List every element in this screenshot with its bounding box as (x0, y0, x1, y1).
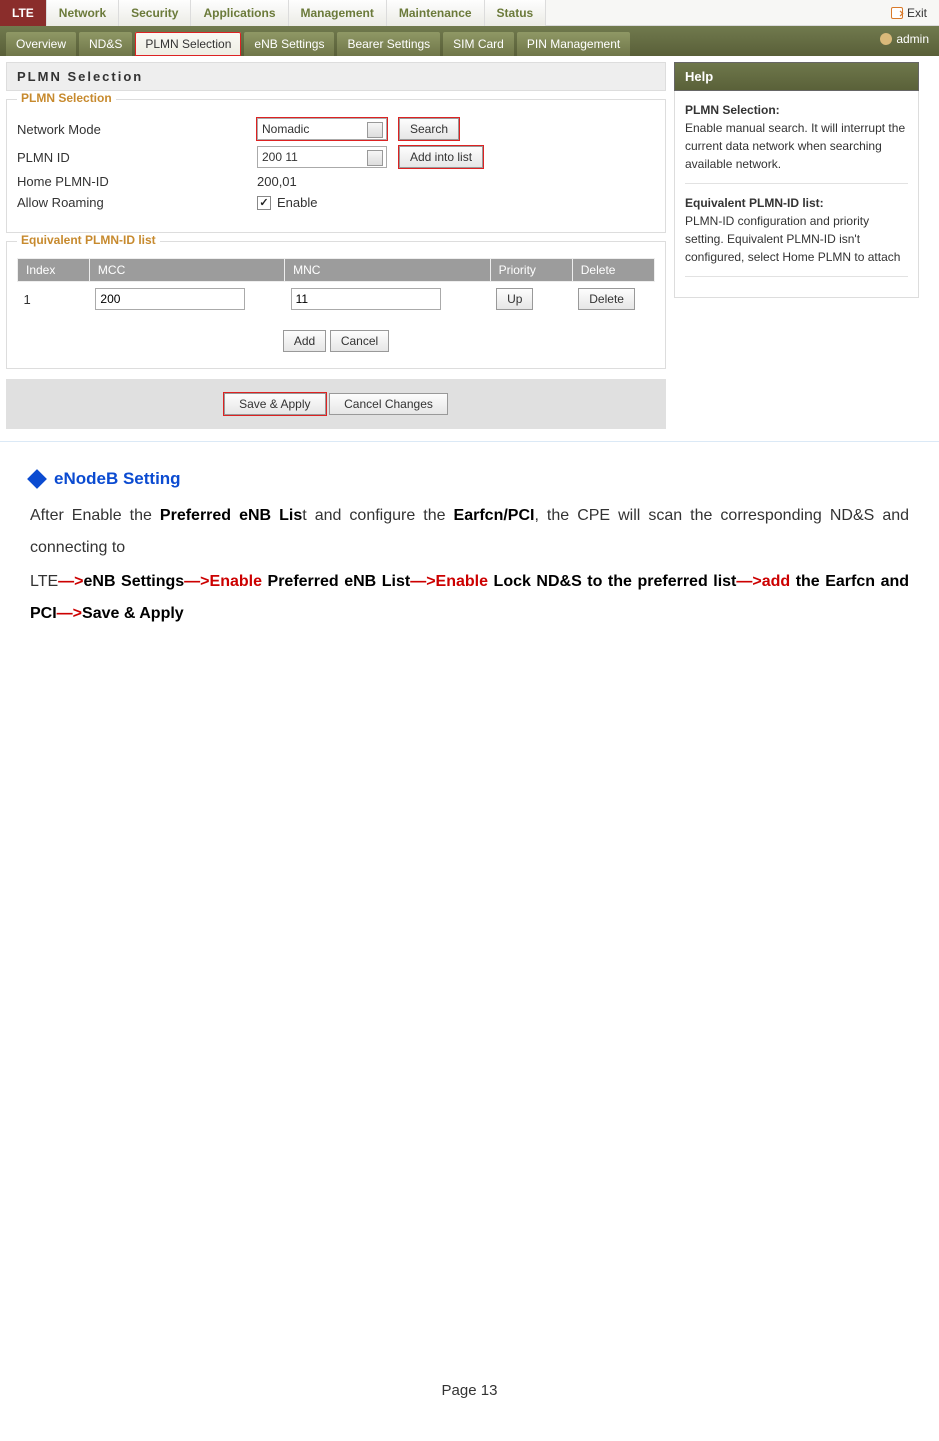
label-allow-roaming: Allow Roaming (17, 195, 257, 210)
page-footer: Page 13 (0, 1382, 939, 1399)
tab-maintenance[interactable]: Maintenance (387, 0, 485, 26)
add-button[interactable]: Add (283, 330, 326, 352)
action-bar: Save & Apply Cancel Changes (6, 379, 666, 429)
up-button[interactable]: Up (496, 288, 533, 310)
table-row: 1 Up Delete (18, 282, 655, 317)
cancel-button[interactable]: Cancel (330, 330, 389, 352)
delete-button[interactable]: Delete (578, 288, 635, 310)
fieldset-plmn-selection: PLMN Selection Network Mode Nomadic Sear… (6, 99, 666, 233)
help-body: PLMN Selection: Enable manual search. It… (674, 91, 919, 298)
document-section: eNodeB Setting After Enable the Preferre… (0, 441, 939, 662)
label-network-mode: Network Mode (17, 122, 257, 137)
cancel-changes-button[interactable]: Cancel Changes (329, 393, 448, 415)
sub-nav: Overview ND&S PLMN Selection eNB Setting… (0, 26, 939, 56)
cell-index: 1 (18, 282, 90, 317)
help-h1: PLMN Selection: (685, 101, 908, 119)
value-home-plmn: 200,01 (257, 174, 297, 189)
tab-lte[interactable]: LTE (0, 0, 47, 26)
label-home-plmn: Home PLMN-ID (17, 174, 257, 189)
tab-security[interactable]: Security (119, 0, 191, 26)
chevron-down-icon (373, 127, 379, 131)
input-mcc[interactable] (95, 288, 245, 310)
doc-p2: LTE—>eNB Settings—>Enable Preferred eNB … (30, 566, 909, 630)
chevron-down-icon (373, 155, 379, 159)
user-name: admin (896, 32, 929, 46)
select-network-mode[interactable]: Nomadic (257, 118, 387, 140)
fieldset-plmn-list: Equivalent PLMN-ID list Index MCC MNC Pr… (6, 241, 666, 369)
th-index: Index (18, 259, 90, 282)
doc-heading: eNodeB Setting (30, 462, 909, 496)
subtab-nds[interactable]: ND&S (79, 32, 132, 56)
checkbox-enable-roaming[interactable] (257, 196, 271, 210)
subtab-overview[interactable]: Overview (6, 32, 76, 56)
save-apply-button[interactable]: Save & Apply (224, 393, 325, 415)
main-area: PLMN Selection PLMN Selection Network Mo… (0, 56, 939, 435)
th-delete: Delete (572, 259, 654, 282)
plmn-table: Index MCC MNC Priority Delete 1 Up Delet… (17, 258, 655, 316)
input-mnc[interactable] (291, 288, 441, 310)
label-plmn-id: PLMN ID (17, 150, 257, 165)
tab-network[interactable]: Network (47, 0, 119, 26)
help-p1: Enable manual search. It will interrupt … (685, 119, 908, 173)
exit-label: Exit (907, 6, 927, 20)
tab-status[interactable]: Status (485, 0, 547, 26)
subtab-enb-settings[interactable]: eNB Settings (244, 32, 334, 56)
exit-icon (891, 7, 903, 19)
th-mnc: MNC (285, 259, 490, 282)
subtab-pin-management[interactable]: PIN Management (517, 32, 630, 56)
panel-title: PLMN Selection (6, 62, 666, 91)
diamond-icon (27, 469, 47, 489)
user-icon (880, 33, 892, 45)
legend-plmn: PLMN Selection (17, 91, 116, 105)
tab-management[interactable]: Management (289, 0, 387, 26)
tab-applications[interactable]: Applications (191, 0, 288, 26)
help-p2: PLMN-ID configuration and priority setti… (685, 212, 908, 266)
subtab-sim-card[interactable]: SIM Card (443, 32, 514, 56)
add-into-list-button[interactable]: Add into list (399, 146, 483, 168)
subtab-bearer-settings[interactable]: Bearer Settings (337, 32, 440, 56)
help-title: Help (674, 62, 919, 91)
legend-plmn-list: Equivalent PLMN-ID list (17, 233, 160, 247)
user-indicator: admin (880, 32, 929, 46)
exit-link[interactable]: Exit (891, 6, 939, 20)
search-button[interactable]: Search (399, 118, 459, 140)
doc-p1: After Enable the Preferred eNB List and … (30, 500, 909, 564)
subtab-plmn-selection[interactable]: PLMN Selection (135, 32, 241, 56)
help-h2: Equivalent PLMN-ID list: (685, 194, 908, 212)
checkbox-label-enable: Enable (277, 195, 317, 210)
top-nav: LTE Network Security Applications Manage… (0, 0, 939, 26)
th-mcc: MCC (89, 259, 284, 282)
select-plmn-id[interactable]: 200 11 (257, 146, 387, 168)
th-priority: Priority (490, 259, 572, 282)
